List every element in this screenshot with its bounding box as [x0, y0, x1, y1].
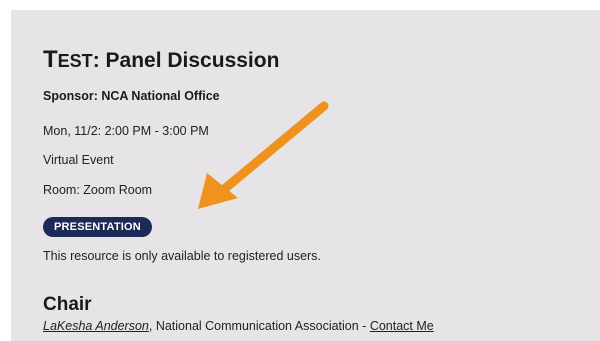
chair-line: LaKesha Anderson, National Communication… — [43, 319, 434, 333]
event-location: Virtual Event — [43, 153, 114, 167]
access-note: This resource is only available to regis… — [43, 249, 321, 263]
event-title-prefix: est — [57, 51, 93, 71]
event-title: Test: Panel Discussion — [43, 47, 279, 74]
event-card: Test: Panel Discussion Sponsor: NCA Nati… — [11, 10, 600, 341]
sponsor-text: Sponsor: NCA National Office — [43, 89, 220, 103]
contact-me-link[interactable]: Contact Me — [370, 319, 434, 333]
event-room: Room: Zoom Room — [43, 183, 153, 197]
event-title-initial: T — [43, 46, 58, 73]
presentation-badge[interactable]: PRESENTATION — [43, 217, 152, 237]
chair-affiliation: , National Communication Association - — [148, 319, 370, 333]
event-datetime: Mon, 11/2: 2:00 PM - 3:00 PM — [43, 124, 209, 138]
chair-heading: Chair — [43, 294, 92, 315]
event-title-rest: : Panel Discussion — [92, 49, 280, 72]
chair-name-link[interactable]: LaKesha Anderson — [43, 319, 149, 333]
